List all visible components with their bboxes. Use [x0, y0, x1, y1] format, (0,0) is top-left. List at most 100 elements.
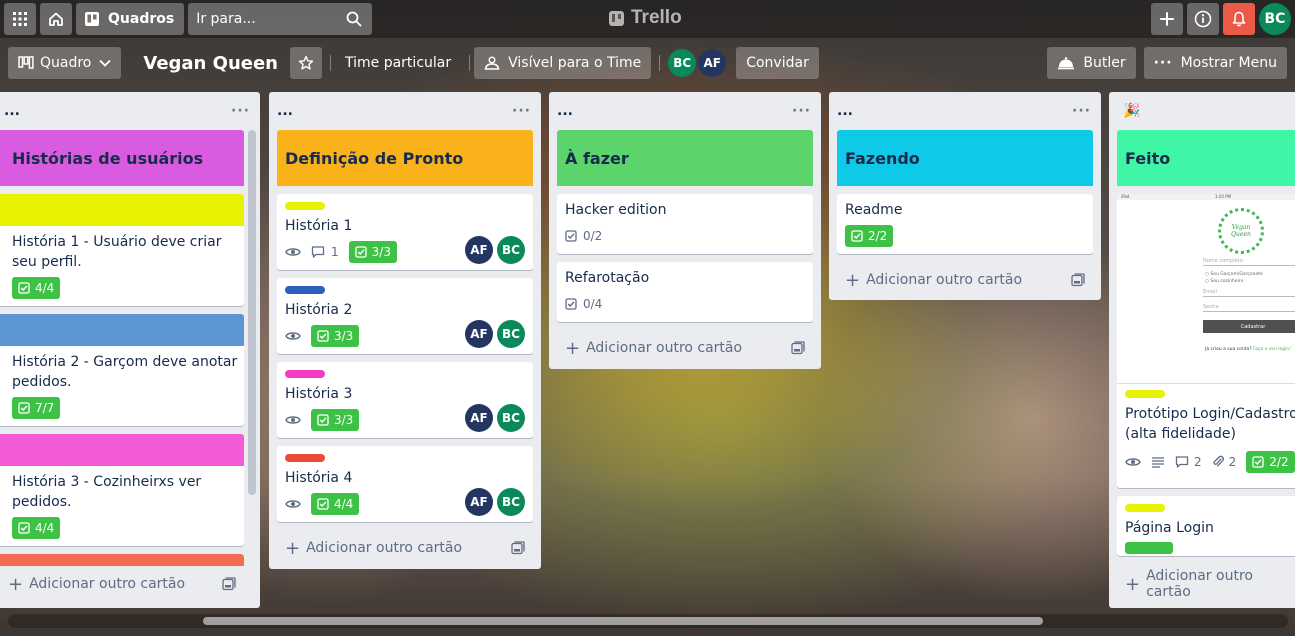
- member-avatar[interactable]: BC: [497, 236, 525, 264]
- info-button[interactable]: [1187, 3, 1219, 35]
- card-prototipo[interactable]: iPad 1:20 PM Vegan Queen Nome completo ○…: [1117, 194, 1295, 488]
- list-menu-icon[interactable]: ···: [512, 103, 531, 119]
- member-avatar[interactable]: AF: [465, 320, 493, 348]
- paperclip-icon: [1213, 455, 1224, 467]
- visibility-button[interactable]: Visível para o Time: [474, 47, 652, 79]
- list-scrollbar[interactable]: [248, 130, 256, 495]
- checklist-icon: [317, 330, 329, 342]
- cover-title: Histórias de usuários: [12, 148, 204, 168]
- list-name[interactable]: 🎉: [1123, 103, 1140, 119]
- list-historias[interactable]: ... ··· Histórias de usuários História 1…: [0, 92, 260, 608]
- list-name[interactable]: ...: [557, 103, 573, 119]
- member-avatar[interactable]: BC: [497, 320, 525, 348]
- list-name[interactable]: ...: [837, 103, 853, 119]
- apps-grid-icon: [13, 12, 27, 26]
- user-avatar[interactable]: BC: [1259, 3, 1291, 35]
- member-avatar[interactable]: BC: [497, 404, 525, 432]
- checklist-count: 0/4: [583, 297, 603, 311]
- notifications-button[interactable]: [1223, 3, 1255, 35]
- list-a-fazer[interactable]: ... ··· À fazer Hacker edition 0/2 Refar…: [549, 92, 821, 369]
- member-avatar[interactable]: AF: [465, 236, 493, 264]
- list-cover-card[interactable]: Definição de Pronto: [277, 130, 533, 186]
- card-badges: 2/2: [845, 224, 1085, 248]
- card-historia-1[interactable]: História 1 - Usuário deve criar seu perf…: [0, 194, 244, 306]
- scrollbar-thumb[interactable]: [203, 617, 1043, 625]
- member-avatar[interactable]: AF: [698, 49, 727, 77]
- card-historia-2[interactable]: História 2 - Garçom deve anotar pedidos.…: [0, 314, 244, 426]
- card-readme[interactable]: Readme 2/2: [837, 194, 1093, 254]
- add-card-button[interactable]: + Adicionar outro cartão: [557, 330, 813, 366]
- card-label[interactable]: [285, 370, 325, 378]
- member-avatar[interactable]: BC: [668, 49, 697, 77]
- list-cover-card[interactable]: Fazendo: [837, 130, 1093, 186]
- card-badges: 7/7: [12, 396, 244, 420]
- list-header: ... ···: [0, 92, 260, 130]
- invite-button[interactable]: Convidar: [736, 47, 819, 79]
- card-historia-3[interactable]: História 3 - Cozinheirxs ver pedidos. 4/…: [0, 434, 244, 546]
- card-label[interactable]: [1125, 390, 1165, 398]
- add-card-button[interactable]: + Adicionar outro cartão: [277, 530, 533, 566]
- add-card-button[interactable]: + Adicionar outro cartão: [1117, 566, 1295, 602]
- list-cover-card[interactable]: Histórias de usuários: [0, 130, 244, 186]
- list-menu-icon[interactable]: ···: [231, 103, 250, 119]
- add-card-button[interactable]: + Adicionar outro cartão: [0, 566, 252, 602]
- list-cover-card[interactable]: Feito: [1117, 130, 1295, 186]
- board-title[interactable]: Vegan Queen: [129, 53, 290, 74]
- template-icon[interactable]: [511, 541, 525, 555]
- template-icon[interactable]: [791, 341, 805, 355]
- boards-button[interactable]: Quadros: [76, 3, 185, 35]
- apps-button[interactable]: [4, 3, 36, 35]
- card-label[interactable]: [285, 454, 325, 462]
- checklist-icon: [18, 402, 30, 414]
- create-button[interactable]: [1151, 3, 1183, 35]
- list-menu-icon[interactable]: ···: [792, 103, 811, 119]
- cover-title: À fazer: [565, 148, 629, 168]
- search-input[interactable]: Ir para...: [188, 3, 373, 35]
- board-view-switcher[interactable]: Quadro: [8, 47, 122, 79]
- card-label[interactable]: [285, 202, 325, 210]
- member-avatar[interactable]: AF: [465, 488, 493, 516]
- card-historia-1[interactable]: História 1 1 3/3 AF BC: [277, 194, 533, 270]
- checklist-badge: 4/4: [12, 277, 61, 299]
- card-label[interactable]: [285, 286, 325, 294]
- member-avatar[interactable]: AF: [465, 404, 493, 432]
- star-button[interactable]: [290, 47, 322, 79]
- prototype-status-bar: iPad 1:20 PM: [1117, 194, 1295, 200]
- team-button[interactable]: Time particular: [335, 55, 461, 71]
- list-fazendo[interactable]: ... ··· Fazendo Readme 2/2 + Adicionar ou…: [829, 92, 1101, 300]
- card-title: História 1: [285, 218, 353, 234]
- trello-logo[interactable]: Trello: [609, 7, 682, 29]
- card-title: História 3 - Cozinheirxs ver pedidos.: [12, 474, 202, 510]
- checklist-badge: [1125, 542, 1173, 554]
- card-historia-3[interactable]: História 3 3/3 AF BC: [277, 362, 533, 438]
- list-cover-card[interactable]: À fazer: [557, 130, 813, 186]
- checklist-icon: [18, 522, 30, 534]
- list-feito[interactable]: 🎉 Feito iPad 1:20 PM Vegan Queen Nome co…: [1109, 92, 1295, 608]
- card-historia-4[interactable]: [0, 554, 244, 566]
- board-horizontal-scrollbar[interactable]: [8, 614, 1288, 628]
- show-menu-button[interactable]: ··· Mostrar Menu: [1143, 47, 1287, 79]
- card-hacker-edition[interactable]: Hacker edition 0/2: [557, 194, 813, 254]
- list-name[interactable]: ...: [277, 103, 293, 119]
- eye-icon: [285, 248, 301, 256]
- logo-text: Trello: [631, 7, 682, 28]
- card-historia-2[interactable]: História 2 3/3 AF BC: [277, 278, 533, 354]
- list-definicao-de-pronto[interactable]: ... ··· Definição de Pronto História 1 1…: [269, 92, 541, 569]
- template-icon[interactable]: [1071, 273, 1085, 287]
- card-pagina-login[interactable]: Página Login: [1117, 496, 1295, 556]
- home-button[interactable]: [40, 3, 72, 35]
- add-card-button[interactable]: + Adicionar outro cartão: [837, 262, 1093, 298]
- list-name[interactable]: ...: [4, 103, 20, 119]
- card-label[interactable]: [1125, 504, 1165, 512]
- template-icon[interactable]: [222, 577, 236, 591]
- list-header: ... ···: [549, 92, 821, 130]
- list-header: ... ···: [829, 92, 1101, 130]
- checklist-badge: 4/4: [12, 517, 61, 539]
- butler-button[interactable]: Butler: [1047, 47, 1136, 79]
- list-menu-icon[interactable]: ···: [1072, 103, 1091, 119]
- card-refatoracao[interactable]: Refarotação 0/4: [557, 262, 813, 322]
- member-avatar[interactable]: BC: [497, 488, 525, 516]
- eye-icon: [1125, 458, 1141, 466]
- card-historia-4[interactable]: História 4 4/4 AF BC: [277, 446, 533, 522]
- attachment-count: 2: [1228, 455, 1237, 469]
